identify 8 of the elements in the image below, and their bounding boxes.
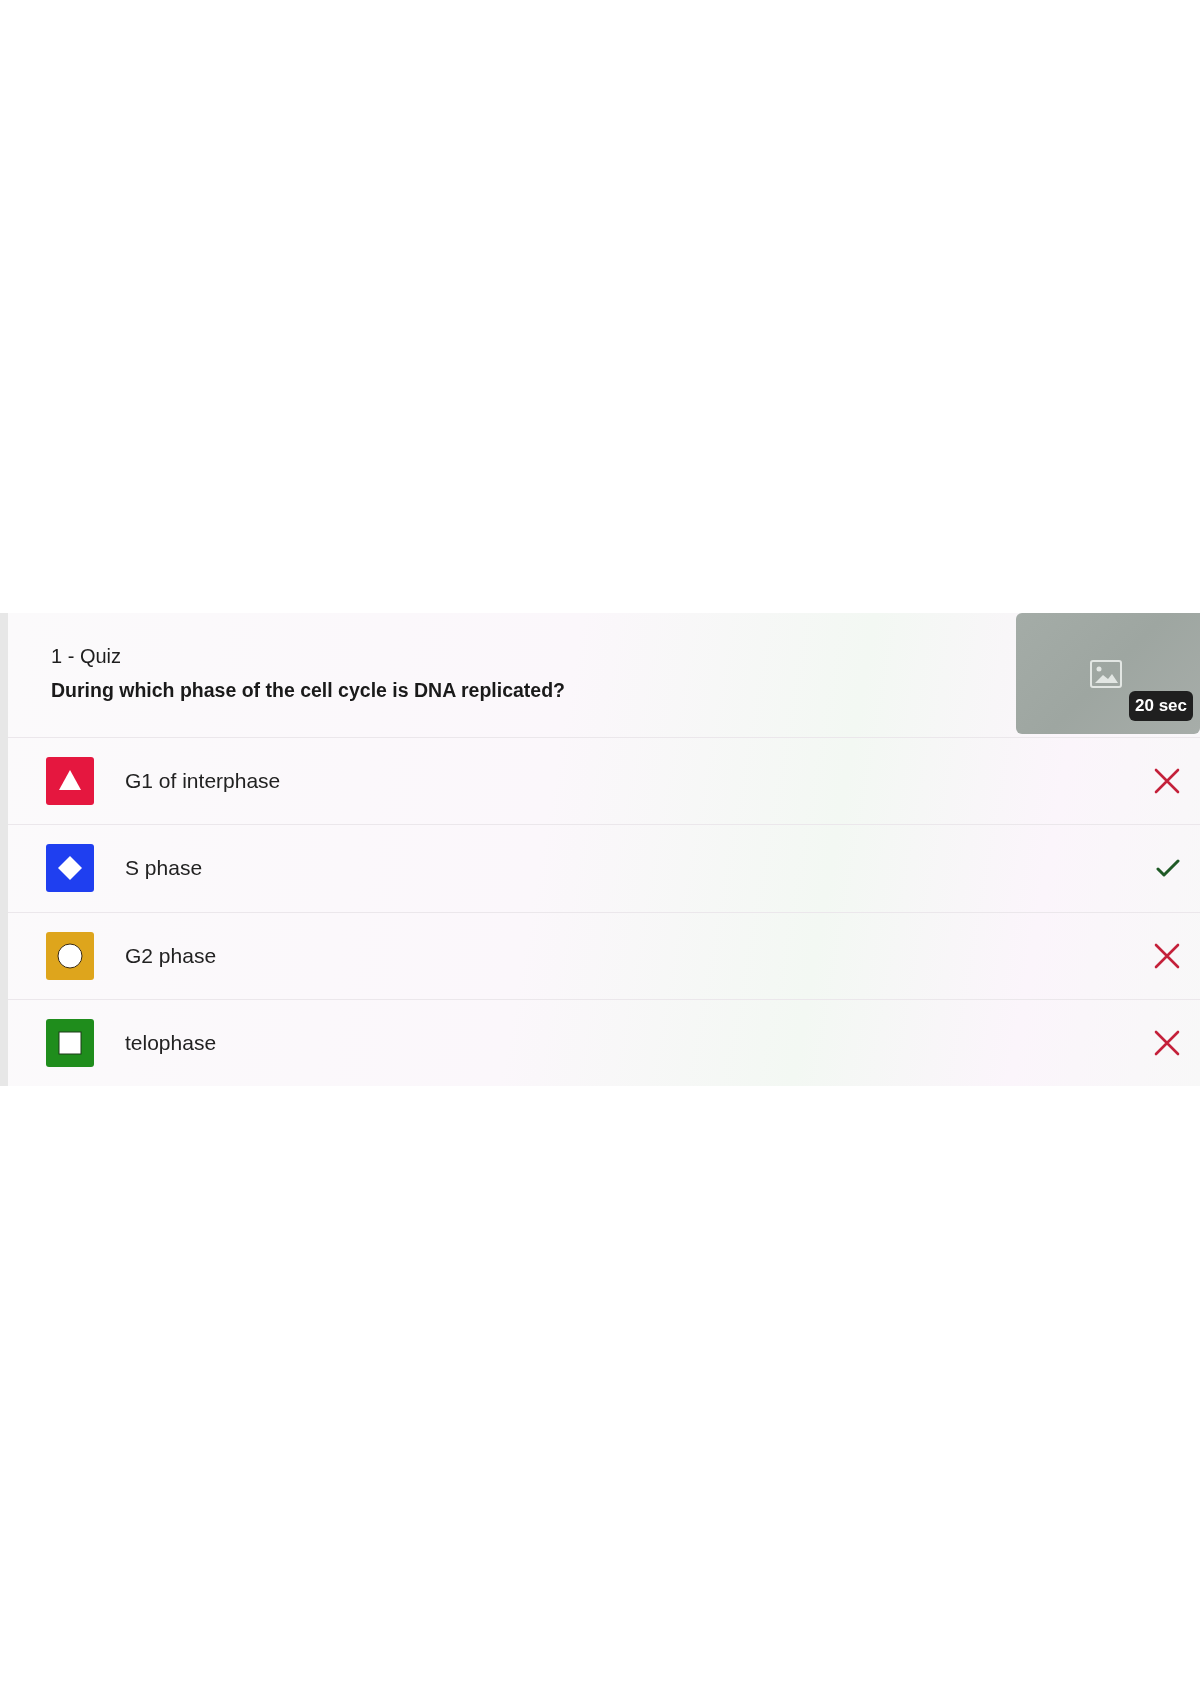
answer-text: telophase (125, 1029, 217, 1056)
quiz-label: 1 - Quiz (51, 644, 122, 668)
question-text: During which phase of the cell cycle is DNA replicated? (51, 678, 565, 702)
image-icon (1090, 659, 1122, 688)
timer-badge: 20 sec (1129, 691, 1193, 721)
answer-text: G1 of interphase (125, 768, 281, 795)
answer-text: S phase (125, 855, 203, 882)
answer-text: G2 phase (125, 942, 217, 969)
